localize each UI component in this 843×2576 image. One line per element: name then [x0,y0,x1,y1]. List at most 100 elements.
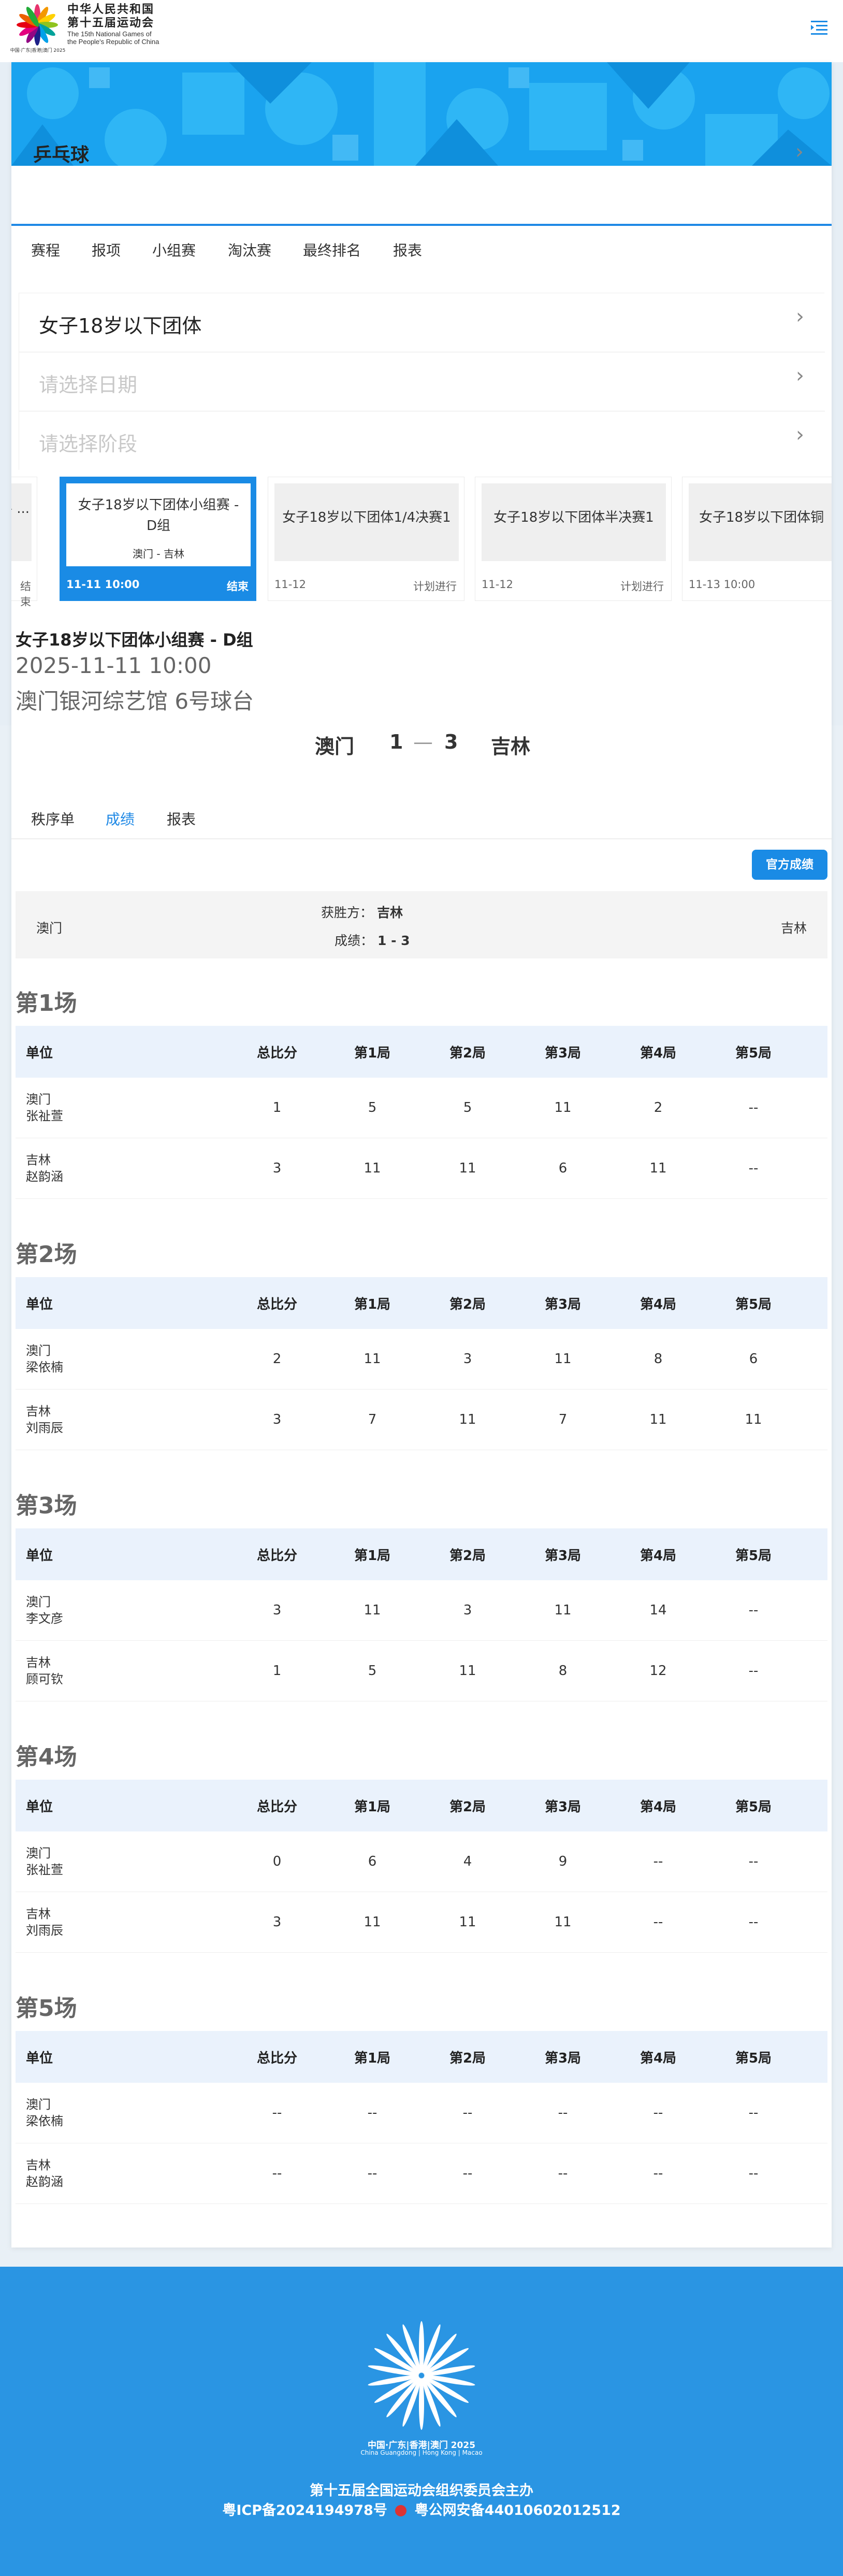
match-carousel[interactable]: - ... 结束 女子18岁以下团体小组赛 - D组 澳门 - 吉林 11-11… [11,477,832,606]
column-header: 第2局 [449,1296,486,1312]
games-logo-icon[interactable] [11,2,63,54]
game-score-cell: -- [748,1914,759,1930]
unit-cell: 吉林 赵韵涵 [26,2143,63,2203]
game-score-cell: 2 [653,1100,663,1115]
match-card-name: - ... [11,501,30,517]
chevron-right-icon: › [796,423,804,447]
game-score-cell: 11 [364,1602,381,1618]
logo-en-line-2: the People's Republic of China [67,38,159,46]
footer-icp-link[interactable]: 粤ICP备2024194978号 [222,2502,387,2518]
table-row: 澳门 李文彦 3 11 3 11 14 -- [16,1580,827,1641]
player-name[interactable]: 刘雨辰 [26,1420,63,1436]
game-score-cell: -- [653,2166,663,2181]
game-score-cell: 11 [554,1914,572,1930]
match-card-status: 结束 [227,580,249,593]
column-header: 单位 [26,1548,53,1564]
menu-icon[interactable] [808,16,831,38]
player-name[interactable]: 赵韵涵 [26,1168,63,1185]
official-results-button[interactable]: 官方成绩 [752,850,827,880]
winner-value: 吉林 [376,905,403,920]
game-score-cell: -- [748,2105,759,2121]
game-title: 第4场 [16,1744,77,1770]
player-name[interactable]: 李文彦 [26,1610,63,1627]
column-header: 第4局 [639,1799,677,1815]
tab-knockout[interactable]: 淘汰赛 [228,239,271,260]
player-name[interactable]: 梁依楠 [26,2113,63,2129]
team-name: 澳门 [26,1092,51,1107]
tab-order-sheet[interactable]: 秩序单 [31,808,75,829]
column-header: 第2局 [449,2050,486,2066]
column-header: 第3局 [544,2050,582,2066]
team-name: 吉林 [26,1907,51,1921]
column-header: 第5局 [735,1548,772,1564]
stage-select[interactable]: 请选择阶段 › [19,411,825,470]
tab-schedule[interactable]: 赛程 [31,239,60,260]
tab-reports[interactable]: 报表 [393,239,422,260]
game-score-cell: -- [748,1602,759,1618]
game-score-cell: -- [462,2166,473,2181]
match-card[interactable]: - ... 结束 [11,477,37,606]
match-card-box: - ... [11,483,32,561]
team-name: 吉林 [26,1153,51,1167]
game-score-cell: 11 [364,1351,381,1367]
table-row: 吉林 赵韵涵 3 11 11 6 11 -- [16,1138,827,1199]
column-header: 第2局 [449,1799,486,1815]
column-header: 第5局 [735,1296,772,1312]
match-card[interactable]: 女子18岁以下团体半决赛1 11-12 计划进行 [475,477,672,601]
team-name: 澳门 [26,2097,51,2112]
game-score-cell: 3 [463,1351,472,1367]
player-name[interactable]: 张祉萱 [26,1862,63,1878]
team-name: 吉林 [26,2158,51,2172]
column-header: 总比分 [256,1548,297,1564]
game-score-cell: 5 [368,1663,377,1679]
match-card-box: 女子18岁以下团体铜 [689,483,832,561]
column-header: 第4局 [639,2050,677,2066]
unit-cell: 吉林 顾可钦 [26,1641,63,1701]
result-tabs: 秩序单 成绩 报表 [11,798,832,839]
score-label: 成绩： [335,933,374,948]
game-score-cell: 4 [463,1854,472,1869]
match-card-box: 女子18岁以下团体1/4决赛1 [274,483,459,561]
team-name: 澳门 [26,1595,51,1609]
footer-police-link[interactable]: 粤公网安备44010602012512 [415,2502,621,2518]
match-card-active[interactable]: 女子18岁以下团体小组赛 - D组 澳门 - 吉林 11-11 10:00 结束 [60,477,256,601]
table-row: 吉林 顾可钦 1 5 11 8 12 -- [16,1641,827,1701]
player-name[interactable]: 刘雨辰 [26,1922,63,1939]
game-score-cell: 6 [558,1161,568,1176]
sport-title: 乒乓球 [33,145,90,166]
summary-winner: 获胜方： 吉林 [321,903,403,921]
match-card-date: 11-13 10:00 [689,578,755,591]
logo-caption: 中国·广东|香港|澳门 2025 [10,48,66,53]
tab-group-stage[interactable]: 小组赛 [152,239,196,260]
player-name[interactable]: 赵韵涵 [26,2173,63,2190]
match-summary: 澳门 获胜方： 吉林 成绩： 1 - 3 吉林 [16,891,827,958]
stage-select-placeholder: 请选择阶段 [39,433,138,455]
tab-final-ranking[interactable]: 最终排名 [303,239,361,260]
match-card[interactable]: 女子18岁以下团体铜 11-13 10:00 [682,477,832,601]
match-card-status: 计划进行 [620,580,664,593]
sport-chevron-icon[interactable]: › [795,140,804,164]
column-header: 第5局 [735,2050,772,2066]
match-card-date: 11-12 [274,578,307,591]
player-name[interactable]: 张祉萱 [26,1108,63,1124]
player-name[interactable]: 梁依楠 [26,1359,63,1376]
game-score-cell: -- [748,1100,759,1115]
summary-score: 成绩： 1 - 3 [321,931,410,949]
game-score-cell: 5 [463,1100,472,1115]
event-select[interactable]: 女子18岁以下团体 › [19,293,825,352]
player-name[interactable]: 顾可钦 [26,1671,63,1687]
unit-cell: 澳门 张祉萱 [26,1831,63,1892]
tab-results[interactable]: 成绩 [106,808,135,829]
column-header: 总比分 [256,1045,297,1061]
tab-report[interactable]: 报表 [167,808,196,829]
total-score-cell: 3 [272,1914,282,1930]
tab-entries[interactable]: 报项 [92,239,121,260]
table-row: 澳门 张祉萱 1 5 5 11 2 -- [16,1078,827,1138]
match-card[interactable]: 女子18岁以下团体1/4决赛1 11-12 计划进行 [268,477,464,601]
game-score-cell: 8 [558,1663,568,1679]
game-score-cell: 3 [463,1602,472,1618]
game-score-cell: -- [558,2105,568,2121]
chevron-right-icon: › [796,364,804,388]
date-select[interactable]: 请选择日期 › [19,352,825,411]
sport-tabs: 赛程 报项 小组赛 淘汰赛 最终排名 报表 [11,233,832,269]
